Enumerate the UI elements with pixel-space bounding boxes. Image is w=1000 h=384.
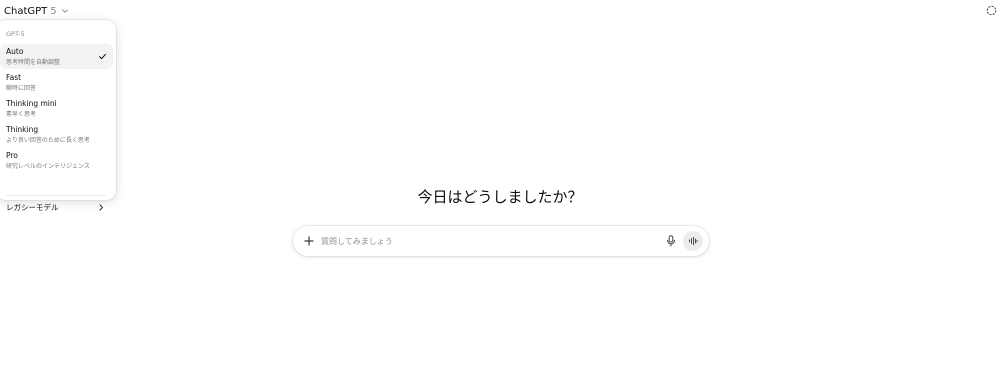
temporary-chat-button[interactable] [986, 5, 997, 16]
prompt-input[interactable] [321, 233, 651, 249]
greeting-heading: 今日はどうしましたか？ [417, 188, 583, 206]
menu-item-label: Thinking mini [6, 99, 57, 108]
menu-item-description: 瞬時に回答 [6, 85, 37, 92]
menu-item-label: Pro [6, 151, 18, 160]
model-dropdown-menu: GPT-5 Auto 思考時間を自動調整 Fast 瞬時に回答 Thinking… [0, 20, 116, 212]
message-composer [293, 226, 709, 256]
menu-item-description: より良い回答のために長く思考 [6, 137, 90, 144]
menu-section-header: GPT-5 [6, 30, 25, 38]
microphone-icon [666, 235, 676, 247]
model-switcher[interactable]: ChatGPT 5 [4, 4, 70, 18]
menu-item-label: Fast [6, 73, 22, 82]
menu-item-label: Thinking [6, 125, 39, 134]
menu-item-description: 思考時間を自動調整 [6, 59, 61, 66]
plus-icon [303, 235, 315, 247]
menu-item-label: Auto [6, 47, 24, 56]
voice-mode-button[interactable] [683, 231, 703, 251]
dashed-circle-icon [986, 5, 997, 16]
dictate-button[interactable] [666, 235, 676, 247]
chevron-down-icon [60, 6, 70, 16]
model-version: 5 [50, 5, 57, 17]
menu-item-thinking[interactable]: Thinking より良い回答のために長く思考 [0, 122, 113, 147]
menu-item-fast[interactable]: Fast 瞬時に回答 [0, 70, 113, 95]
check-icon [98, 52, 107, 61]
menu-item-description: 素早く思考 [6, 111, 37, 118]
menu-item-thinking-mini[interactable]: Thinking mini 素早く思考 [0, 96, 113, 121]
chat-page: ChatGPT 5 GPT-5 Auto 思考時間を自動調整 Fast 瞬時に回… [0, 0, 1000, 384]
waveform-icon [688, 236, 698, 246]
attach-button[interactable] [303, 235, 315, 247]
menu-item-pro[interactable]: Pro 研究レベルのインテリジェンス [0, 148, 113, 173]
menu-item-auto[interactable]: Auto 思考時間を自動調整 [0, 44, 113, 69]
menu-item-description: 研究レベルのインテリジェンス [6, 163, 90, 170]
model-name: ChatGPT [4, 5, 48, 17]
